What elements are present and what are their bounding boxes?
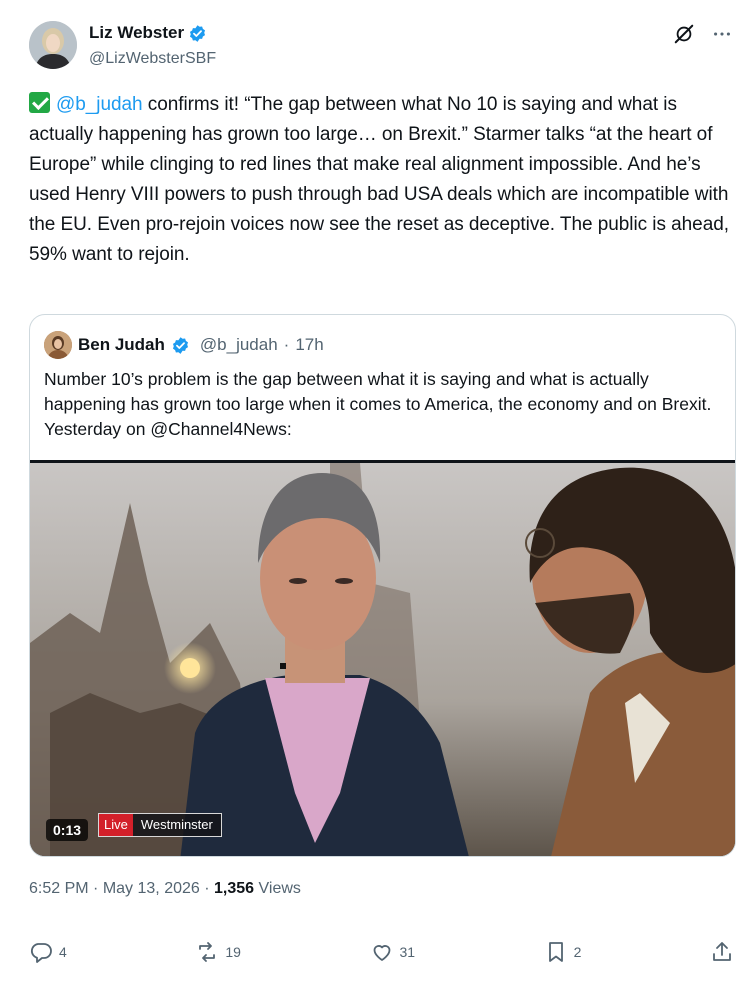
repost-button[interactable]: 19 <box>195 940 241 964</box>
views-label: Views <box>258 880 301 897</box>
quoted-tweet[interactable]: Ben Judah @b_judah · 17h Number 10’s pro… <box>29 314 736 857</box>
verified-badge-icon <box>171 336 190 355</box>
check-mark-emoji <box>29 92 50 113</box>
video-player[interactable]: 0:13 Live Westminster <box>30 460 735 856</box>
grok-icon[interactable] <box>672 22 696 46</box>
views-count: 1,356 <box>214 880 255 897</box>
bookmark-icon <box>548 942 563 962</box>
tweet-text: @b_judah confirms it! “The gap between w… <box>29 90 734 270</box>
live-banner: Live Westminster <box>98 813 222 837</box>
tweet-card: Liz Webster @LizWebsterSBF @b_judah conf… <box>0 0 756 984</box>
avatar[interactable] <box>29 21 77 69</box>
share-button[interactable] <box>710 940 734 964</box>
quote-age[interactable]: 17h <box>295 335 323 355</box>
mention-link[interactable]: @b_judah <box>56 94 143 115</box>
quote-separator: · <box>283 335 290 354</box>
author-block: Liz Webster @LizWebsterSBF <box>89 22 216 70</box>
reply-count: 4 <box>59 944 67 960</box>
video-duration: 0:13 <box>46 819 89 841</box>
meta-separator: · <box>204 880 210 897</box>
tweet-date[interactable]: May 13, 2026 <box>103 880 200 897</box>
author-display-name[interactable]: Liz Webster <box>89 22 207 44</box>
location-label: Westminster <box>132 814 221 836</box>
author-name-text[interactable]: Liz Webster <box>89 22 184 44</box>
like-button[interactable]: 31 <box>370 940 416 964</box>
quote-handle[interactable]: @b_judah <box>200 335 278 355</box>
reply-icon <box>30 943 52 963</box>
meta-separator: · <box>93 880 99 897</box>
share-icon <box>713 942 731 961</box>
author-handle[interactable]: @LizWebsterSBF <box>89 48 216 70</box>
reply-button[interactable]: 4 <box>29 940 67 964</box>
tweet-timestamp: 6:52 PM · May 13, 2026 · 1,356 Views <box>29 880 301 898</box>
tweet-top-actions <box>672 22 734 46</box>
quote-display-name[interactable]: Ben Judah <box>78 335 165 355</box>
quote-text: Number 10’s problem is the gap between w… <box>44 369 712 439</box>
bookmark-button[interactable]: 2 <box>544 940 582 964</box>
action-bar: 4 19 31 2 <box>29 940 734 964</box>
heart-icon <box>373 945 390 961</box>
quote-header: Ben Judah @b_judah · 17h <box>44 331 324 359</box>
tweet-time[interactable]: 6:52 PM <box>29 880 89 897</box>
like-count: 31 <box>399 944 416 960</box>
repost-count: 19 <box>225 944 241 960</box>
more-dots-icon[interactable] <box>710 22 734 46</box>
bookmark-count: 2 <box>573 944 582 960</box>
verified-badge-icon <box>188 24 207 43</box>
live-label: Live <box>99 814 133 836</box>
tweet-body-text: confirms it! “The gap between what No 10… <box>29 94 729 265</box>
quote-avatar[interactable] <box>44 331 72 359</box>
repost-icon <box>199 942 216 962</box>
video-frame <box>30 463 735 856</box>
